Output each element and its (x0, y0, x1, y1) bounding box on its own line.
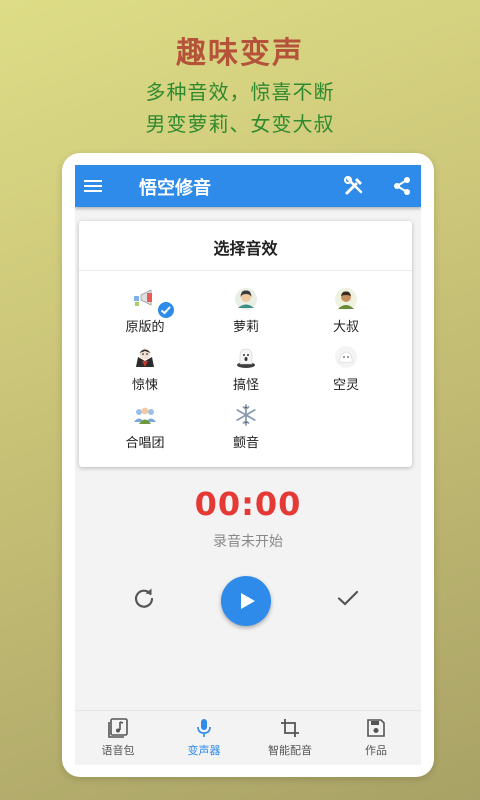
promo-line-2: 男变萝莉、女变大叔 (145, 112, 335, 136)
app-screen: 悟空修音 选择音效 原版的 萝莉 大叔 惊悚 搞怪 空灵 合唱团 颤音 00:0… (75, 165, 421, 765)
girl-avatar-icon (234, 287, 258, 311)
effect-label: 合唱团 (125, 436, 165, 451)
music-note-icon (108, 718, 128, 738)
phone-frame: 悟空修音 选择音效 原版的 萝莉 大叔 惊悚 搞怪 空灵 合唱团 颤音 00:0… (62, 153, 434, 777)
effect-vibrato[interactable]: 颤音 (201, 403, 291, 455)
promo-line-1: 多种音效，惊喜不断 (145, 80, 335, 104)
effect-label: 原版的 (125, 320, 165, 335)
check-icon[interactable] (335, 585, 361, 611)
megaphone-icon (133, 287, 157, 311)
nav-label: 作品 (365, 744, 387, 757)
effect-label: 颤音 (232, 436, 259, 451)
nav-item-voice-pack[interactable]: 语音包 (75, 711, 161, 765)
effect-label: 大叔 (332, 320, 359, 335)
effect-funny[interactable]: 搞怪 (201, 345, 291, 397)
effect-horror[interactable]: 惊悚 (100, 345, 190, 397)
spirit-icon (334, 345, 358, 369)
play-icon (241, 593, 255, 609)
effect-original[interactable]: 原版的 (100, 287, 190, 339)
share-icon[interactable] (391, 175, 413, 197)
nav-item-smart-dubbing[interactable]: 智能配音 (247, 711, 333, 765)
effect-label: 惊悚 (131, 378, 158, 393)
tools-icon[interactable] (343, 175, 365, 197)
effect-label: 搞怪 (232, 378, 259, 393)
app-title: 悟空修音 (139, 178, 211, 199)
menu-icon[interactable] (83, 176, 103, 196)
vampire-icon (133, 345, 157, 369)
effect-card-title: 选择音效 (213, 239, 278, 258)
play-button[interactable] (221, 576, 271, 626)
man-avatar-icon (334, 287, 358, 311)
nav-item-works[interactable]: 作品 (333, 711, 419, 765)
group-icon (133, 403, 157, 427)
ghost-icon (234, 345, 258, 369)
recording-status: 录音未开始 (213, 534, 283, 550)
snowflake-icon (234, 403, 258, 427)
save-icon (366, 718, 386, 738)
promo-title: 趣味变声 (176, 36, 304, 71)
bottom-navigation: 语音包 变声器 智能配音 作品 (75, 710, 421, 765)
timer-display: 00:00 (194, 485, 302, 523)
divider (79, 270, 412, 271)
effect-loli[interactable]: 萝莉 (201, 287, 291, 339)
microphone-icon (194, 718, 214, 738)
effect-label: 空灵 (332, 378, 359, 393)
nav-label: 变声器 (187, 744, 221, 757)
effect-chorus[interactable]: 合唱团 (100, 403, 190, 455)
app-bar: 悟空修音 (75, 165, 421, 207)
nav-label: 语音包 (101, 744, 135, 757)
refresh-icon[interactable] (131, 585, 157, 611)
effect-card: 选择音效 原版的 萝莉 大叔 惊悚 搞怪 空灵 合唱团 颤音 (79, 221, 412, 467)
effect-ethereal[interactable]: 空灵 (301, 345, 391, 397)
effect-uncle[interactable]: 大叔 (301, 287, 391, 339)
crop-icon (280, 718, 300, 738)
nav-item-voice-changer[interactable]: 变声器 (161, 711, 247, 765)
effect-label: 萝莉 (232, 320, 259, 335)
nav-label: 智能配音 (268, 744, 312, 757)
